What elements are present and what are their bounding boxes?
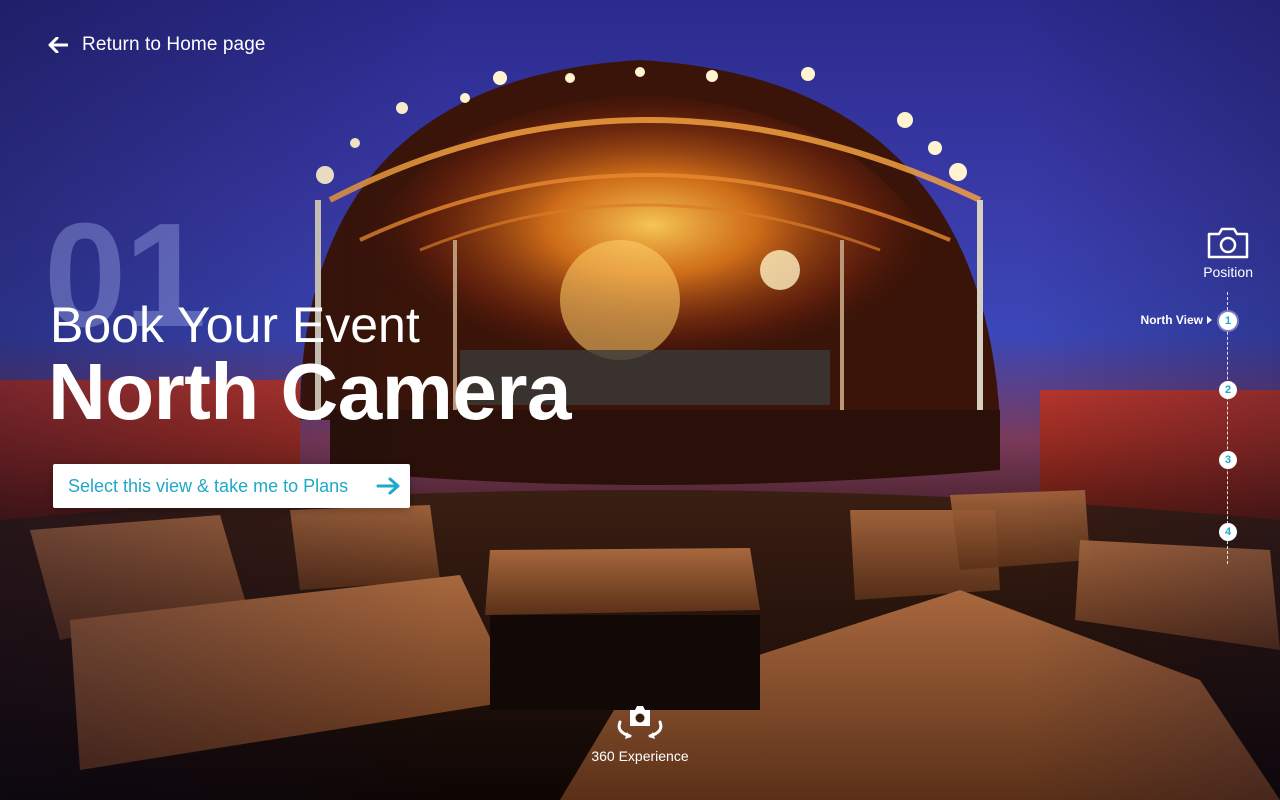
select-view-button[interactable]: Select this view & take me to Plans xyxy=(53,464,410,508)
return-home-label: Return to Home page xyxy=(82,34,266,55)
experience-360-label: 360 Experience xyxy=(591,748,689,764)
page-title: North Camera xyxy=(48,347,572,436)
north-view-text: North View xyxy=(1140,313,1203,327)
caret-right-icon xyxy=(1207,316,1212,324)
experience-360-button[interactable]: 360 Experience xyxy=(540,700,740,776)
position-stop-4[interactable]: 4 xyxy=(1219,523,1237,541)
position-label: Position xyxy=(1203,264,1253,280)
camera-360-icon xyxy=(617,706,663,739)
position-stop-3[interactable]: 3 xyxy=(1219,451,1237,469)
position-nav: Position North View 1 2 3 4 xyxy=(1120,226,1280,566)
hero-kicker: Book Your Event xyxy=(50,297,420,353)
return-home-link[interactable]: Return to Home page xyxy=(48,34,266,56)
app-screen: Return to Home page 01 Book Your Event N… xyxy=(0,0,1280,800)
position-stop-2[interactable]: 2 xyxy=(1219,381,1237,399)
arrow-right-icon xyxy=(376,477,400,495)
select-view-label: Select this view & take me to Plans xyxy=(68,475,349,496)
north-view-label: North View xyxy=(1141,313,1212,327)
arrow-left-icon xyxy=(48,37,68,53)
position-stop-1[interactable]: 1 xyxy=(1219,312,1237,330)
camera-icon[interactable] xyxy=(1206,226,1250,260)
